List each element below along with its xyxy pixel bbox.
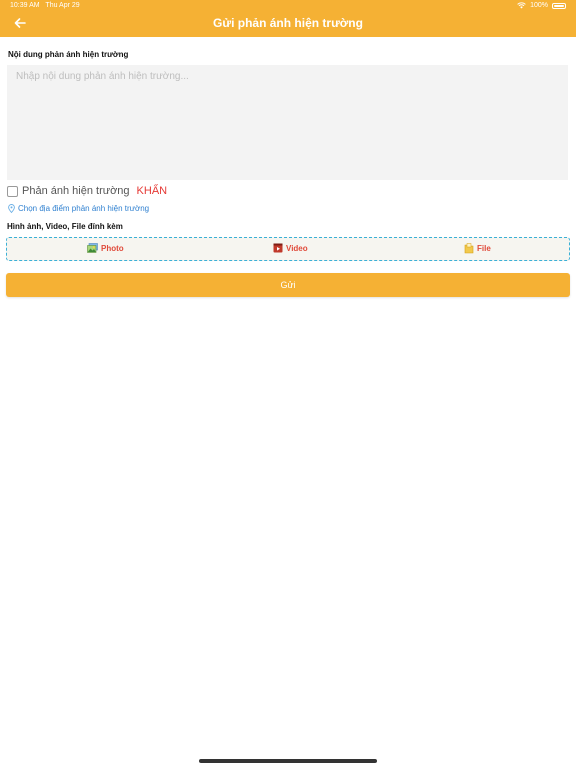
video-icon [273, 243, 283, 253]
content-label: Nội dung phản ánh hiện trường [8, 50, 129, 59]
content-input[interactable] [7, 65, 568, 180]
home-indicator[interactable] [199, 759, 377, 763]
battery-icon [552, 2, 566, 9]
urgent-label: Phản ánh hiện trường [22, 185, 130, 197]
submit-button[interactable]: Gửi [6, 273, 570, 297]
file-icon [464, 243, 474, 254]
photo-button[interactable]: Photo [87, 243, 124, 253]
attachments-bar: Photo Video File [6, 237, 570, 261]
page-title: Gửi phản ánh hiện trường [213, 16, 363, 30]
attachments-label: Hình ảnh, Video, File đính kèm [7, 222, 123, 231]
status-date: Thu Apr 29 [45, 2, 80, 9]
app-header: 10:39 AM Thu Apr 29 100% Gửi phản ánh hi… [0, 0, 576, 37]
urgent-keyword: KHẨN [136, 185, 168, 197]
choose-location-text: Chọn địa điểm phản ánh hiện trường [18, 204, 150, 213]
video-label: Video [286, 243, 308, 253]
video-button[interactable]: Video [273, 243, 308, 253]
battery-percent: 100% [530, 2, 548, 9]
file-label: File [477, 244, 491, 253]
urgent-checkbox[interactable] [7, 185, 18, 197]
urgent-toggle[interactable]: Phản ánh hiện trường KHẨN [7, 185, 167, 197]
wifi-icon [517, 2, 526, 9]
photo-icon [87, 243, 98, 253]
status-time: 10:39 AM Thu Apr 29 [10, 2, 80, 9]
choose-location-link[interactable]: Chọn địa điểm phản ánh hiện trường [8, 204, 149, 213]
photo-label: Photo [101, 243, 124, 253]
status-time-text: 10:39 AM [10, 2, 40, 9]
file-button[interactable]: File [464, 243, 491, 254]
map-pin-icon [8, 204, 15, 213]
status-indicators: 100% [517, 2, 566, 9]
